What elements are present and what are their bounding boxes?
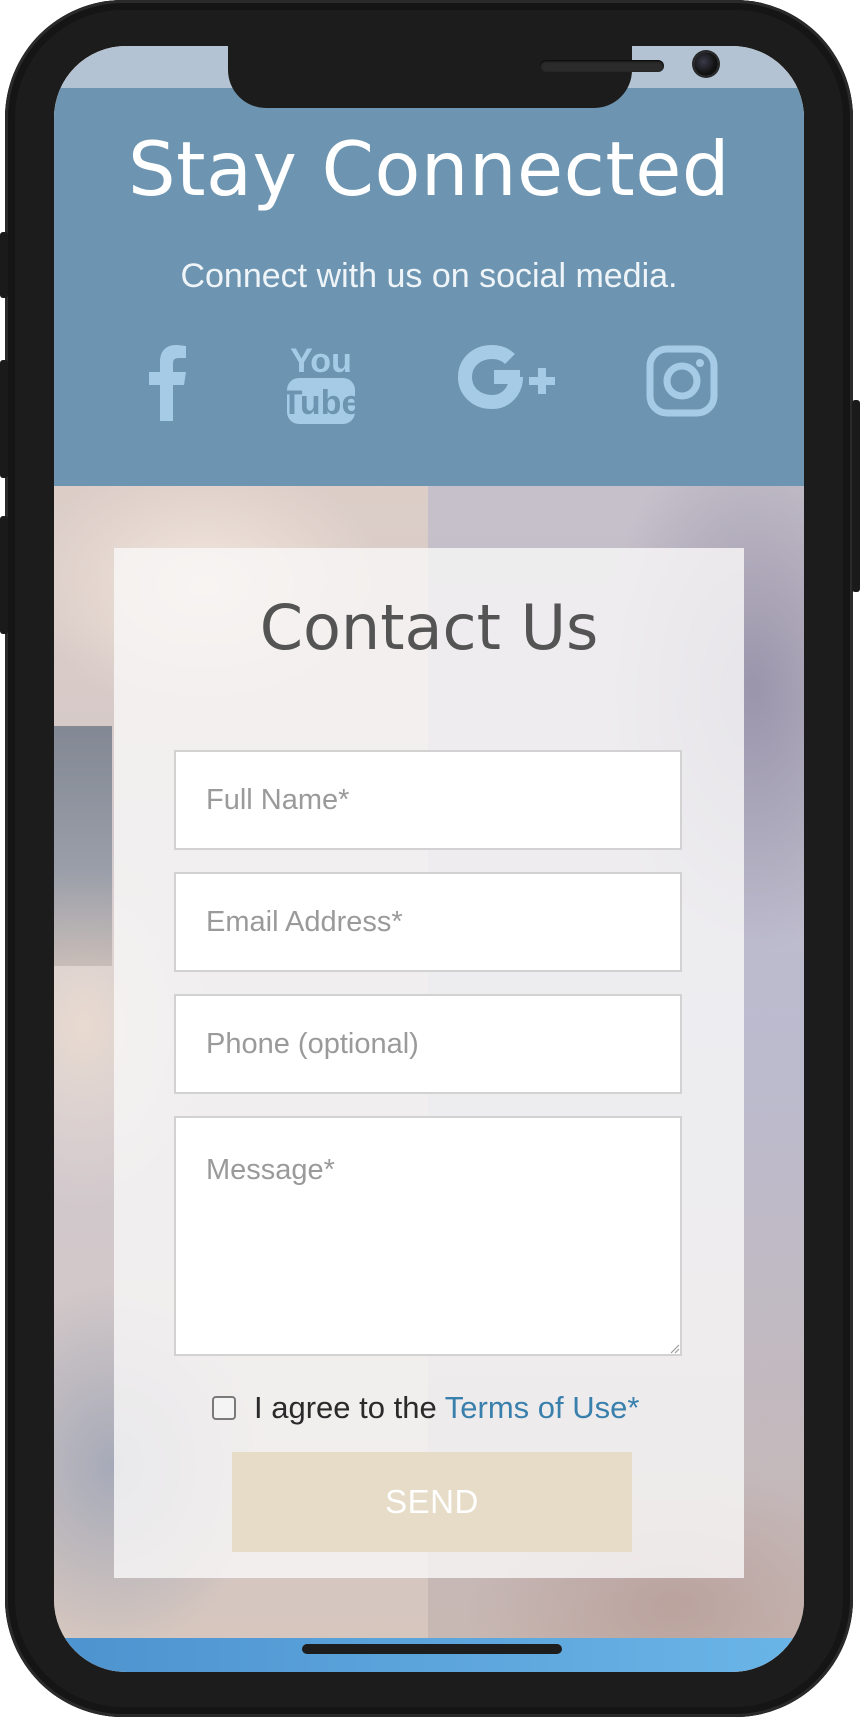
contact-title: Contact Us: [259, 591, 599, 664]
volume-up-button: [0, 360, 8, 478]
phone-notch: [228, 46, 718, 108]
message-textarea[interactable]: [174, 1116, 682, 1356]
youtube-icon[interactable]: You Tube: [286, 336, 356, 426]
front-camera: [694, 52, 718, 76]
terms-of-use-link[interactable]: Terms of Use*: [445, 1390, 640, 1425]
contact-form-card: Contact Us I agree to the Terms of Use* …: [114, 548, 744, 1578]
social-icons-row: You Tube: [54, 336, 804, 426]
home-indicator[interactable]: [302, 1644, 562, 1654]
power-button: [852, 400, 860, 592]
agree-text-prefix: I agree to the: [254, 1390, 445, 1425]
svg-text:You: You: [290, 342, 352, 380]
google-plus-icon[interactable]: [458, 336, 562, 426]
mute-switch: [0, 232, 8, 298]
terms-agreement-row: I agree to the Terms of Use*: [114, 1386, 744, 1430]
terms-agreement-label: I agree to the Terms of Use*: [254, 1386, 639, 1430]
facebook-icon[interactable]: [146, 336, 188, 426]
background-photo-detail: [54, 726, 112, 966]
phone-screen: Stay Connected Connect with us on social…: [54, 46, 804, 1672]
terms-checkbox[interactable]: [212, 1396, 236, 1420]
email-address-input[interactable]: [174, 872, 682, 972]
phone-input[interactable]: [174, 994, 682, 1094]
social-subtitle: Connect with us on social media.: [180, 257, 678, 295]
instagram-icon[interactable]: [646, 336, 718, 426]
volume-down-button: [0, 516, 8, 634]
social-title: Stay Connected: [127, 125, 731, 213]
speaker-grille: [540, 60, 664, 72]
svg-text:Tube: Tube: [286, 384, 356, 422]
send-button[interactable]: SEND: [232, 1452, 632, 1552]
full-name-input[interactable]: [174, 750, 682, 850]
social-section: Stay Connected Connect with us on social…: [54, 88, 804, 486]
